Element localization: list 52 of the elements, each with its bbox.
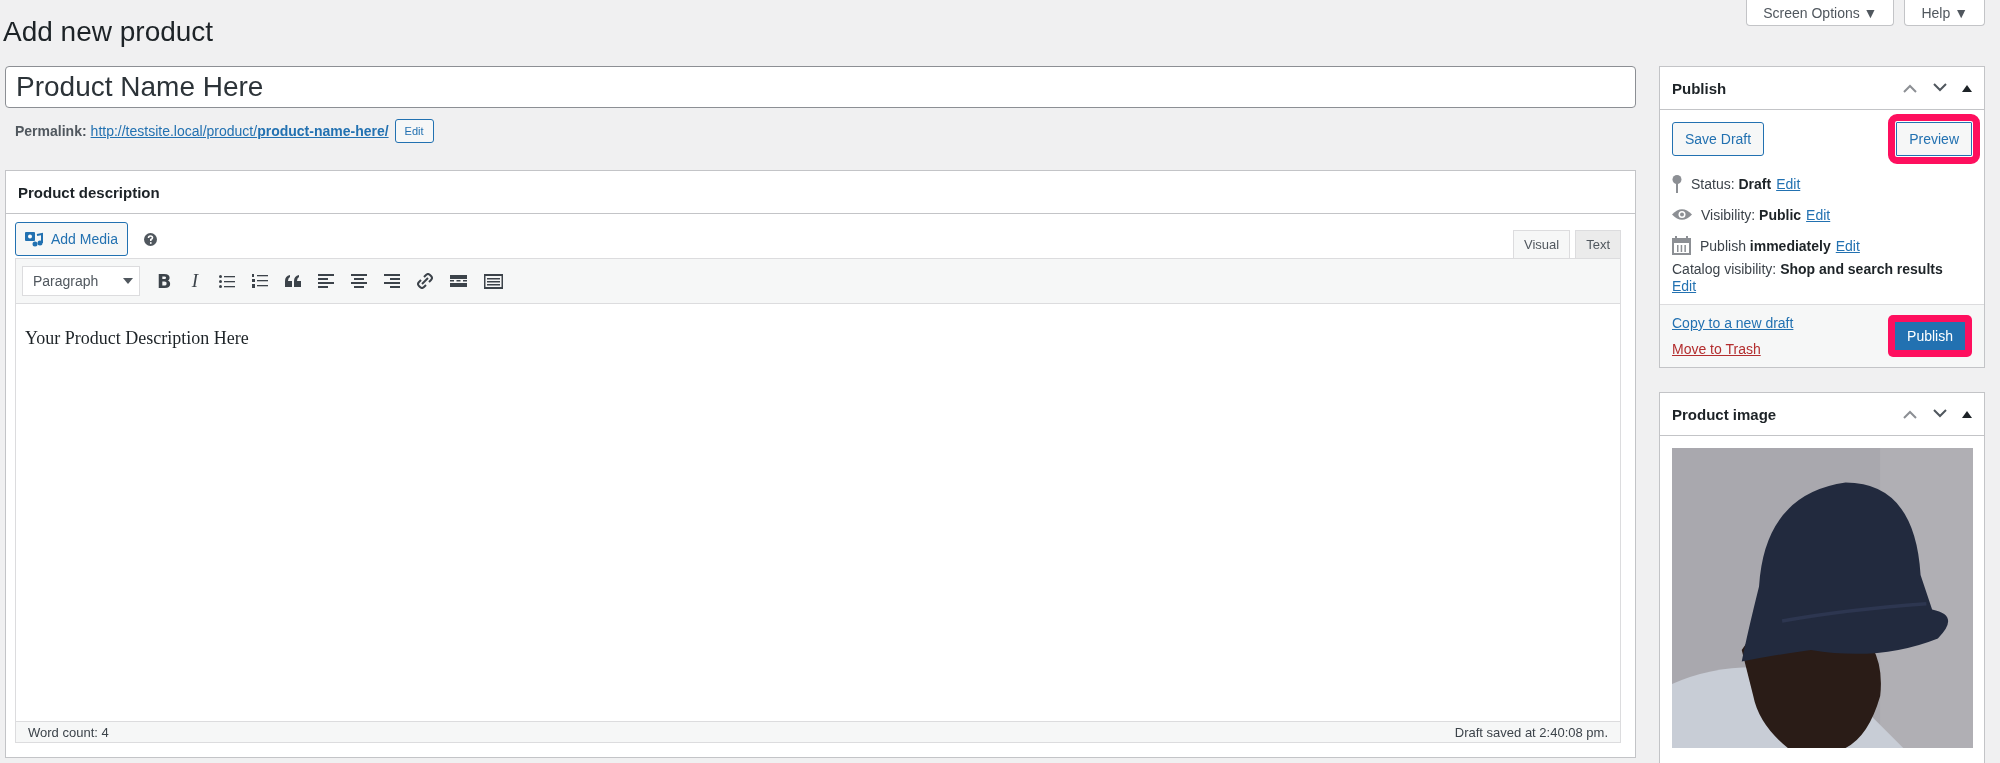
move-up-icon[interactable] [1902,83,1918,93]
permalink-label: Permalink: [15,123,87,139]
save-draft-button[interactable]: Save Draft [1672,122,1765,156]
permalink-link[interactable]: http://testsite.local/product/product-name-here/ [90,123,389,139]
editor-tab[interactable]: Text [1575,230,1621,258]
numbered-list-icon[interactable] [252,274,268,288]
collapse-icon[interactable] [1962,84,1972,92]
panel-title: Product description [18,183,160,201]
publish-setting: Catalog visibility: Shop and search results [1672,261,1943,277]
publish-setting: Publish immediately [1700,237,1831,254]
move-up-icon[interactable] [1902,409,1918,419]
trash-link[interactable]: Move to Trash [1672,341,1794,357]
move-down-icon[interactable] [1932,409,1948,419]
align-left-icon[interactable] [318,274,334,288]
editor-tab[interactable]: Visual [1512,230,1571,258]
calendar-icon [1672,236,1691,255]
bullet-list-icon[interactable] [219,274,235,288]
eye-icon [1672,208,1692,221]
move-down-icon[interactable] [1932,83,1948,93]
align-center-icon[interactable] [351,274,367,288]
edit-button[interactable]: Edit [394,119,434,143]
format-select[interactable]: Paragraph [22,266,140,296]
bold-button[interactable]: B [157,270,171,292]
panel-title: Product image [1672,405,1777,423]
quote-icon[interactable] [285,275,301,287]
screen-tab-button[interactable]: Help ▼ [1904,0,1985,26]
caret-icon [123,278,133,284]
publish-setting: Visibility: Public [1701,206,1802,223]
description-text[interactable]: Your Product Description Here [25,328,249,349]
draft-saved-status: Draft saved at 2:40:08 pm. [1454,724,1608,740]
edit-link[interactable]: Edit [1806,206,1831,223]
collapse-icon[interactable] [1962,410,1972,418]
keyboard-icon[interactable] [484,273,503,289]
screen-tab-button[interactable]: Screen Options ▼ [1746,0,1895,26]
pin-icon [1672,174,1682,193]
publish-setting: Status: Draft [1691,175,1772,192]
copy-draft-link[interactable]: Copy to a new draft [1672,315,1794,331]
page-title: Add new product [3,15,214,48]
link-icon[interactable] [417,273,433,289]
add-media-button[interactable]: Add Media [15,222,128,256]
read-more-icon[interactable] [450,275,467,287]
edit-link[interactable]: Edit [1776,175,1801,192]
help-icon[interactable] [143,232,157,246]
word-count: Word count: 4 [28,724,109,740]
edit-link[interactable]: Edit [1672,278,1972,294]
media-icon [25,231,43,247]
align-right-icon[interactable] [384,274,400,288]
panel-title: Publish [1672,79,1727,97]
italic-button[interactable]: I [188,270,202,292]
edit-link[interactable]: Edit [1835,237,1860,254]
publish-button[interactable]: Publish [1895,322,1965,350]
title-field[interactable]: Product Name Here [5,66,1636,108]
